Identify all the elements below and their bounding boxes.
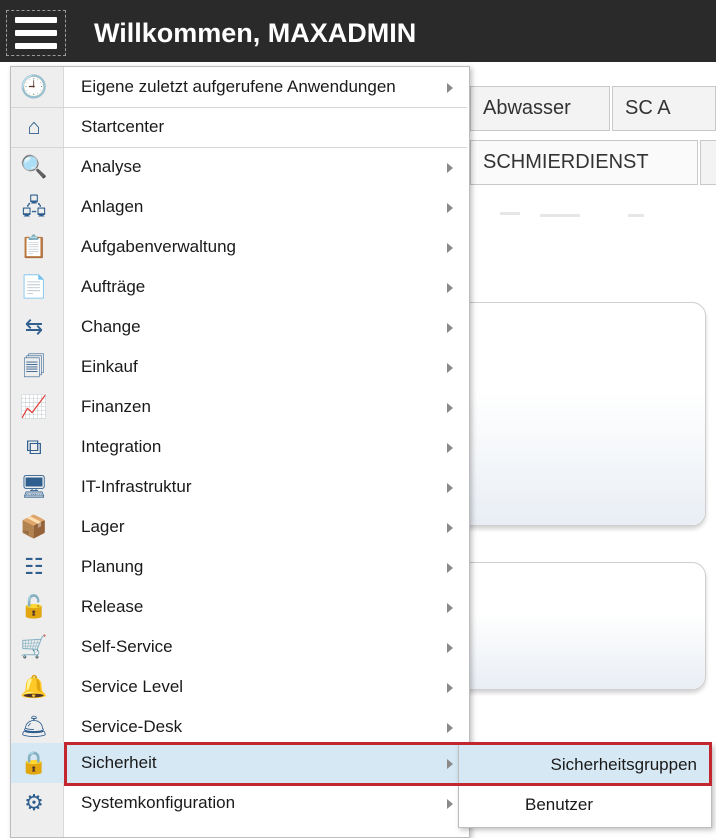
submenu-arrow-icon — [447, 283, 453, 293]
change-icon: ⇆ — [24, 314, 44, 339]
self-service-icon: 🛒 — [20, 634, 48, 659]
menu-item-einkauf[interactable]: 🗐 Einkauf — [11, 347, 467, 387]
submenu-arrow-icon — [447, 643, 453, 653]
submenu-arrow-icon — [447, 163, 453, 173]
menu-item-label: Self-Service — [81, 637, 173, 656]
inventory-icon: 📦 — [20, 514, 48, 539]
menu-item-finanzen[interactable]: 📈 Finanzen — [11, 387, 467, 427]
menu-item-service-desk[interactable]: 🛎 Service-Desk — [11, 707, 467, 747]
submenu-arrow-icon — [447, 563, 453, 573]
menu-item-integration[interactable]: ⧉ Integration — [11, 427, 467, 467]
menu-item-label: Startcenter — [81, 117, 165, 136]
tab-schmierdienst-label: SCHMIERDIENST — [483, 151, 649, 173]
menu-item-label: Systemkonfiguration — [81, 793, 236, 812]
menu-item-label: Planung — [81, 557, 144, 576]
faint-divider — [628, 214, 644, 217]
tab-sc-a[interactable]: SC A — [612, 86, 716, 131]
faint-divider — [540, 214, 580, 217]
analysis-icon: 🔍 — [20, 154, 48, 179]
menu-item-label: IT-Infrastruktur — [81, 477, 192, 496]
submenu-arrow-icon — [447, 683, 453, 693]
service-desk-icon: 🛎 — [20, 714, 48, 739]
submenu-arrow-icon — [447, 483, 453, 493]
menu-item-label: Change — [81, 317, 141, 336]
home-icon: ⌂ — [27, 114, 41, 139]
menu-item-lager[interactable]: 📦 Lager — [11, 507, 467, 547]
menu-item-label: Eigene zuletzt aufgerufene Anwendungen — [81, 77, 396, 96]
submenu-arrow-icon — [447, 363, 453, 373]
menu-item-label: Finanzen — [81, 397, 151, 416]
tab-abwasser-label: Abwasser — [483, 97, 571, 119]
menu-item-self-service[interactable]: 🛒 Self-Service — [11, 627, 467, 667]
it-infrastructure-icon: 🖥 — [20, 474, 48, 499]
menu-item-label: Aufgabenverwaltung — [81, 237, 237, 256]
recent-apps-icon: 🕘 — [20, 74, 48, 99]
menu-item-aufgabenverwaltung[interactable]: 📋 Aufgabenverwaltung — [11, 227, 467, 267]
submenu-arrow-icon — [447, 403, 453, 413]
hamburger-menu-icon[interactable] — [6, 10, 66, 56]
submenu-arrow-icon — [447, 799, 453, 809]
menu-item-analyse[interactable]: 🔍 Analyse — [11, 147, 467, 187]
tab-abwasser[interactable]: Abwasser — [470, 86, 610, 131]
submenu-arrow-icon — [447, 243, 453, 253]
integration-icon: ⧉ — [26, 434, 42, 459]
menu-item-it-infrastruktur[interactable]: 🖥 IT-Infrastruktur — [11, 467, 467, 507]
faint-divider — [500, 212, 520, 215]
submenu-arrow-icon — [447, 323, 453, 333]
portlet-card — [430, 302, 706, 526]
go-to-applications-menu: 🕘 Eigene zuletzt aufgerufene Anwendungen ⌂… — [10, 66, 470, 838]
assets-icon: 🖧 — [21, 194, 47, 219]
tab-next[interactable] — [700, 140, 716, 185]
menu-item-label: Release — [81, 597, 144, 616]
submenu-arrow-icon — [447, 443, 453, 453]
submenu-arrow-icon — [447, 203, 453, 213]
tab-sc-a-label: SC A — [625, 97, 671, 119]
menu-item-label: Anlagen — [81, 197, 144, 216]
menu-item-systemkonfiguration[interactable]: ⚙ Systemkonfiguration — [11, 783, 467, 823]
security-lock-icon: 🔒 — [20, 750, 48, 775]
service-level-icon: 🔔 — [20, 674, 48, 699]
submenu-arrow-icon — [447, 603, 453, 613]
menu-item-label: Lager — [81, 517, 125, 536]
menu-item-startcenter[interactable]: ⌂ Startcenter — [11, 107, 467, 148]
menu-item-aufträge[interactable]: 📄 Aufträge — [11, 267, 467, 307]
planning-icon: ☷ — [24, 554, 44, 579]
menu-item-planung[interactable]: ☷ Planung — [11, 547, 467, 587]
system-configuration-icon: ⚙ — [24, 790, 44, 815]
submenu-arrow-icon — [447, 83, 453, 93]
menu-item-eigene-zuletzt-aufgerufene-anwendungen[interactable]: 🕘 Eigene zuletzt aufgerufene Anwendungen — [11, 67, 467, 108]
menu-item-label: Einkauf — [81, 357, 138, 376]
finance-icon: 📈 — [20, 394, 48, 419]
menu-item-service-level[interactable]: 🔔 Service Level — [11, 667, 467, 707]
menu-item-label: Integration — [81, 437, 162, 456]
highlight-annotation-box — [64, 742, 712, 786]
menu-item-label: Service Level — [81, 677, 184, 696]
submenu-item-label: Benutzer — [525, 795, 594, 814]
menu-item-release[interactable]: 🔓 Release — [11, 587, 467, 627]
submenu-arrow-icon — [447, 723, 453, 733]
task-management-icon: 📋 — [20, 234, 48, 259]
menu-item-anlagen[interactable]: 🖧 Anlagen — [11, 187, 467, 227]
menu-item-label: Analyse — [81, 157, 142, 176]
tab-schmierdienst[interactable]: SCHMIERDIENST — [470, 140, 698, 185]
menu-item-label: Service-Desk — [81, 717, 183, 736]
submenu-item-benutzer[interactable]: Benutzer — [459, 785, 711, 825]
portlet-card — [430, 562, 706, 690]
release-icon: 🔓 — [20, 594, 48, 619]
submenu-arrow-icon — [447, 523, 453, 533]
menu-item-change[interactable]: ⇆ Change — [11, 307, 467, 347]
header-bar: Willkommen, MAXADMIN — [0, 0, 716, 62]
purchasing-icon: 🗐 — [23, 354, 45, 379]
work-orders-icon: 📄 — [20, 274, 48, 299]
menu-item-label: Aufträge — [81, 277, 146, 296]
welcome-title: Willkommen, MAXADMIN — [94, 18, 417, 48]
